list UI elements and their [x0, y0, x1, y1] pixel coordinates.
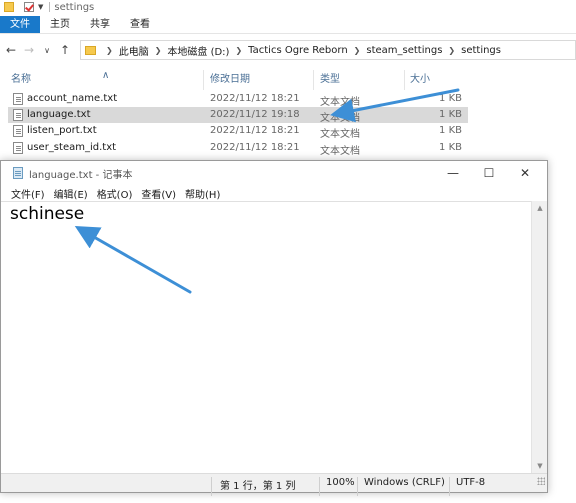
column-divider[interactable]	[203, 70, 204, 90]
maximize-icon[interactable]: ☐	[471, 161, 507, 185]
notepad-content[interactable]: schinese	[10, 204, 84, 224]
column-type[interactable]: 类型	[320, 70, 340, 85]
file-date: 2022/11/12 18:21	[210, 125, 300, 136]
sort-up-icon: ∧	[102, 70, 110, 81]
column-divider[interactable]	[404, 70, 405, 90]
file-list-header: ∧ 名称 修改日期 类型 大小	[0, 66, 576, 90]
notepad-menu-bar: 文件(F) 编辑(E) 格式(O) 查看(V) 帮助(H)	[1, 185, 547, 201]
navigation-bar: ← → ∨ ↑ ❯ 此电脑 ❯ 本地磁盘 (D:) ❯ Tactics Ogre…	[0, 38, 576, 62]
file-explorer-window: ▼ settings 文件 主页 共享 查看 ← → ∨ ↑ ❯ 此电脑 ❯ 本…	[0, 0, 576, 170]
file-row[interactable]: listen_port.txt 2022/11/12 18:21 文本文档 1 …	[8, 123, 468, 140]
file-size: 1 KB	[439, 142, 462, 153]
status-divider	[319, 477, 320, 496]
notepad-status-bar: 第 1 行，第 1 列 100% Windows (CRLF) UTF-8	[1, 473, 547, 496]
status-divider	[211, 477, 212, 496]
file-type: 文本文档	[320, 146, 360, 157]
forward-arrow-icon[interactable]: →	[22, 43, 36, 57]
status-divider	[449, 477, 450, 496]
back-arrow-icon[interactable]: ←	[4, 43, 18, 57]
status-zoom: 100%	[326, 477, 355, 488]
column-name[interactable]: 名称	[11, 70, 31, 85]
file-date: 2022/11/12 18:21	[210, 93, 300, 104]
address-folder-icon	[85, 45, 96, 55]
file-size: 1 KB	[439, 93, 462, 104]
column-size[interactable]: 大小	[410, 70, 430, 85]
status-cursor-position: 第 1 行，第 1 列	[220, 481, 296, 492]
scroll-up-icon[interactable]: ▲	[532, 204, 548, 212]
file-date: 2022/11/12 18:21	[210, 142, 300, 153]
file-size: 1 KB	[439, 125, 462, 136]
address-bar[interactable]: ❯ 此电脑 ❯ 本地磁盘 (D:) ❯ Tactics Ogre Reborn …	[80, 40, 576, 60]
file-size: 1 KB	[439, 109, 462, 120]
file-name: language.txt	[27, 109, 91, 120]
scroll-down-icon[interactable]: ▼	[532, 462, 548, 470]
resize-grip-icon[interactable]	[537, 477, 545, 485]
menu-format[interactable]: 格式(O)	[97, 186, 133, 201]
menu-edit[interactable]: 编辑(E)	[54, 186, 88, 201]
tab-home[interactable]: 主页	[40, 16, 80, 33]
vertical-scrollbar[interactable]: ▲ ▼	[531, 201, 547, 473]
up-arrow-icon[interactable]: ↑	[58, 43, 72, 57]
chevron-right-icon[interactable]: ❯	[106, 46, 113, 55]
breadcrumb-steam-settings[interactable]: steam_settings	[366, 45, 442, 56]
file-type: 文本文档	[320, 129, 360, 140]
notepad-window-title: language.txt - 记事本	[29, 169, 133, 181]
notepad-icon	[13, 167, 23, 179]
notepad-window: language.txt - 记事本 — ☐ ✕ 文件(F) 编辑(E) 格式(…	[0, 160, 548, 496]
status-encoding: UTF-8	[456, 477, 486, 488]
menu-help[interactable]: 帮助(H)	[185, 186, 220, 201]
breadcrumb-drive-d[interactable]: 本地磁盘 (D:)	[167, 43, 229, 58]
text-file-icon	[13, 109, 23, 121]
explorer-title-bar: ▼ settings	[0, 0, 576, 14]
chevron-right-icon[interactable]: ❯	[155, 46, 162, 55]
file-row-selected[interactable]: language.txt 2022/11/12 19:18 文本文档 1 KB	[8, 107, 468, 124]
text-file-icon	[13, 142, 23, 154]
title-divider	[49, 2, 51, 12]
column-date[interactable]: 修改日期	[210, 70, 250, 85]
column-divider[interactable]	[313, 70, 314, 90]
text-file-icon	[13, 93, 23, 105]
menu-view[interactable]: 查看(V)	[141, 186, 176, 201]
breadcrumb-this-pc[interactable]: 此电脑	[119, 43, 149, 58]
folder-icon	[4, 2, 14, 12]
ribbon-tabs: 文件 主页 共享 查看	[0, 16, 576, 34]
recent-locations-icon[interactable]: ∨	[40, 46, 54, 55]
breadcrumb-settings[interactable]: settings	[461, 45, 501, 56]
tab-view[interactable]: 查看	[120, 16, 160, 33]
file-name: user_steam_id.txt	[27, 142, 117, 153]
file-type: 文本文档	[320, 97, 360, 108]
file-type: 文本文档	[320, 113, 360, 124]
status-line-ending: Windows (CRLF)	[364, 477, 445, 488]
file-name: account_name.txt	[27, 93, 118, 104]
tab-file[interactable]: 文件	[0, 16, 40, 33]
quick-access-dropdown-icon[interactable]: ▼	[38, 3, 43, 11]
text-file-icon	[13, 125, 23, 137]
file-name: listen_port.txt	[27, 125, 97, 136]
chevron-right-icon[interactable]: ❯	[448, 46, 455, 55]
file-row[interactable]: user_steam_id.txt 2022/11/12 18:21 文本文档 …	[8, 140, 468, 157]
notepad-text-area[interactable]: schinese	[1, 201, 531, 473]
checkmark-icon[interactable]	[24, 2, 34, 12]
tab-share[interactable]: 共享	[80, 16, 120, 33]
breadcrumb-game-folder[interactable]: Tactics Ogre Reborn	[248, 45, 348, 56]
minimize-icon[interactable]: —	[435, 161, 471, 185]
chevron-right-icon[interactable]: ❯	[235, 46, 242, 55]
chevron-right-icon[interactable]: ❯	[354, 46, 361, 55]
file-row[interactable]: account_name.txt 2022/11/12 18:21 文本文档 1…	[8, 91, 468, 108]
explorer-window-title: settings	[54, 1, 95, 13]
menu-file[interactable]: 文件(F)	[11, 186, 45, 201]
status-divider	[357, 477, 358, 496]
close-icon[interactable]: ✕	[507, 161, 543, 185]
file-date: 2022/11/12 19:18	[210, 109, 300, 120]
notepad-title-bar[interactable]: language.txt - 记事本 — ☐ ✕	[1, 161, 547, 185]
